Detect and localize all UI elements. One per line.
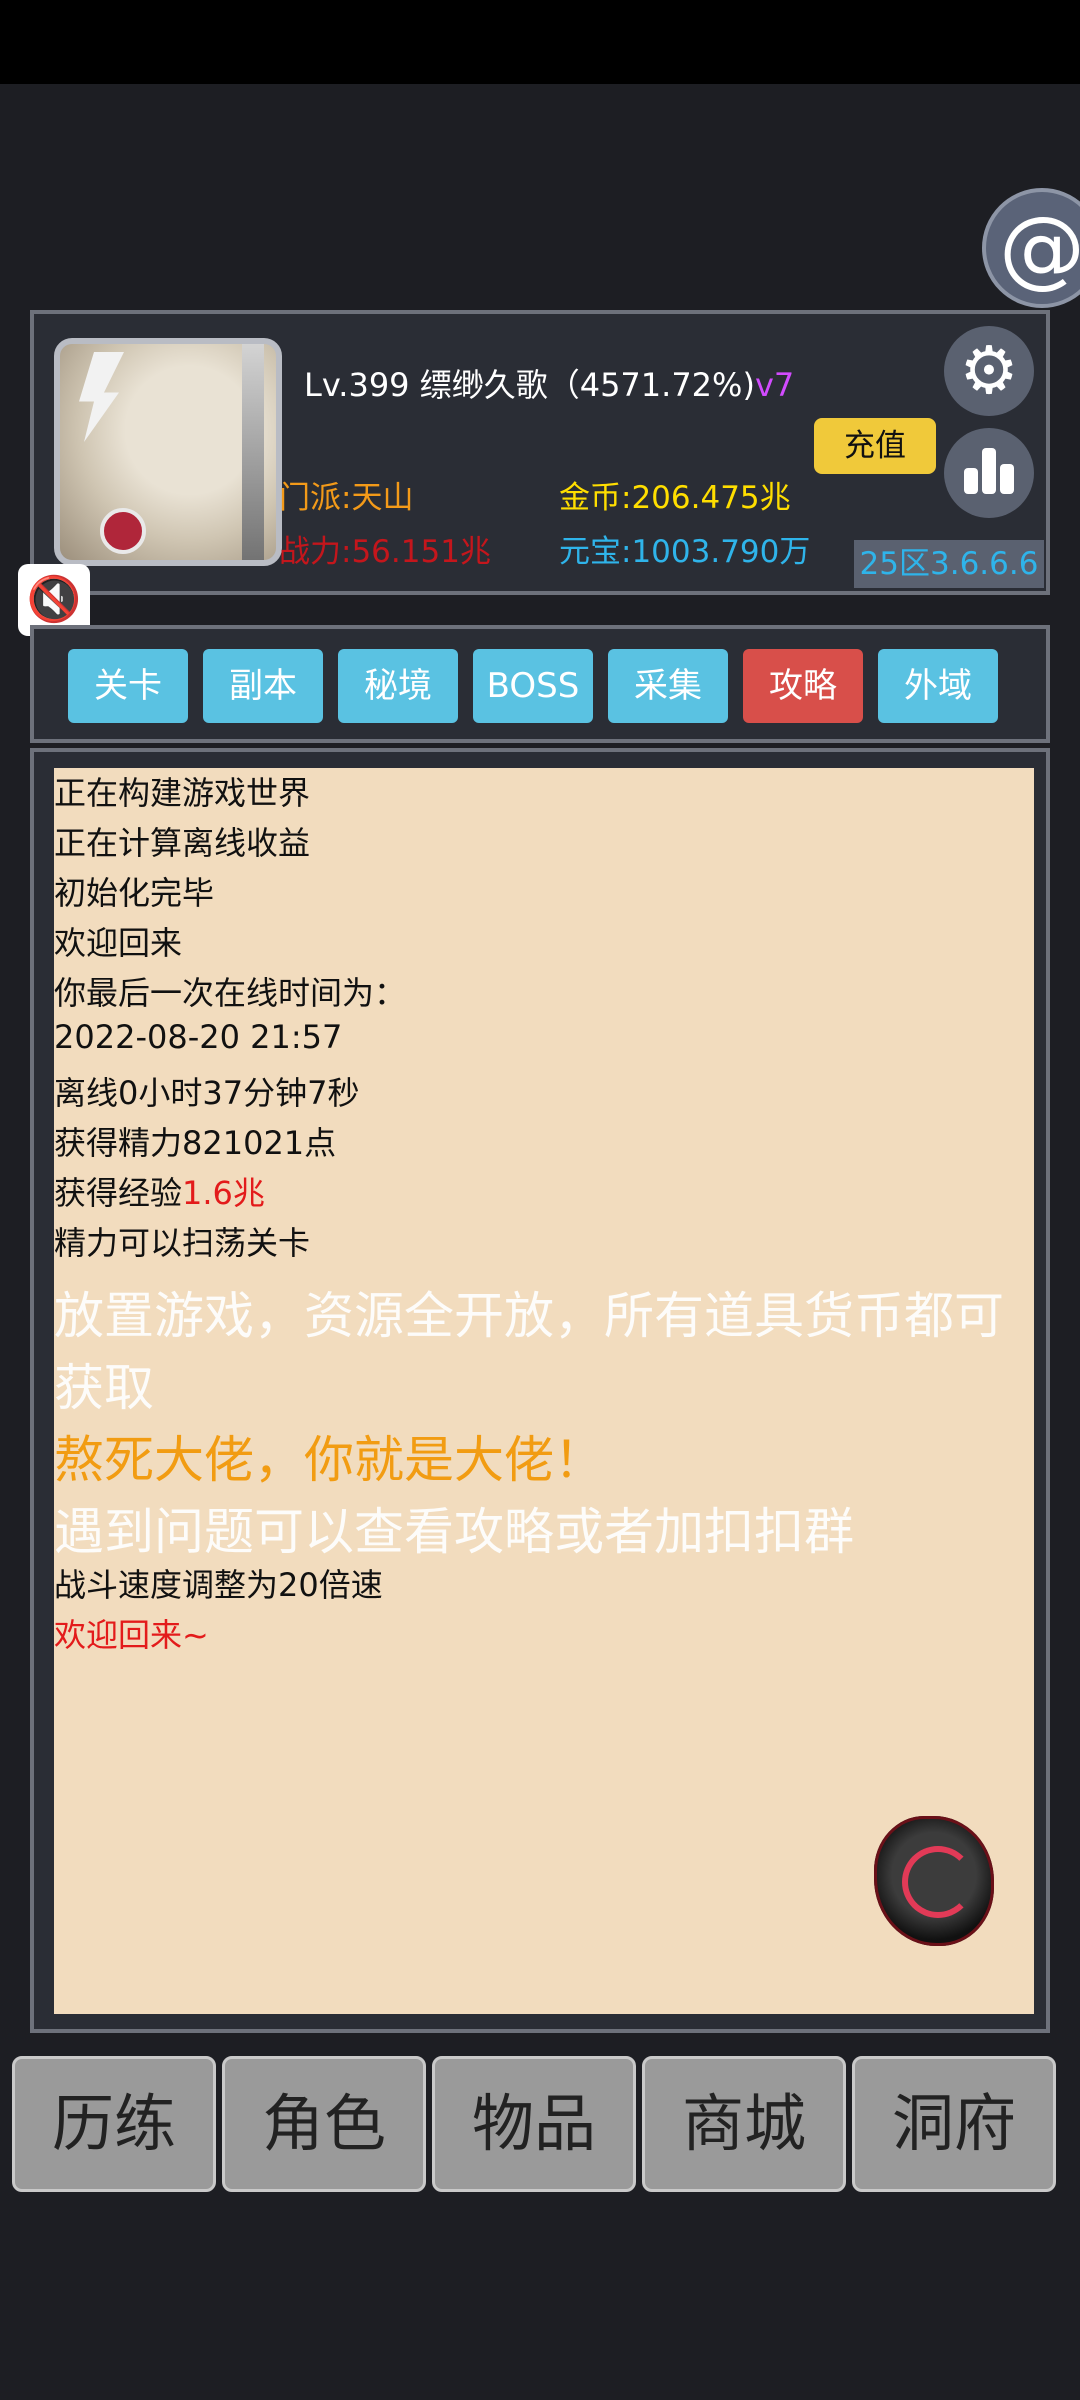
log-line: 正在计算离线收益	[54, 824, 311, 862]
tab-caiji[interactable]: 采集	[608, 649, 728, 723]
portal-orb-icon[interactable]	[874, 1816, 994, 1946]
tab-mijing[interactable]: 秘境	[338, 649, 458, 723]
status-bar	[0, 0, 1080, 84]
log-line: 欢迎回来~	[54, 1616, 209, 1654]
message-log-panel: 正在构建游戏世界 正在计算离线收益 初始化完毕 欢迎回来 你最后一次在线时间为：…	[30, 748, 1050, 2033]
log-line: 欢迎回来	[54, 924, 183, 962]
ranking-chart-icon[interactable]	[944, 428, 1034, 518]
nav-shangcheng[interactable]: 商城	[642, 2056, 846, 2192]
log-line-exp: 获得经验1.6兆	[54, 1168, 265, 1214]
tab-gonglue[interactable]: 攻略	[743, 649, 863, 723]
log-line-highlight: 遇到问题可以查看攻略或者加扣扣群	[54, 1503, 854, 1561]
log-line: 正在构建游戏世界	[54, 774, 311, 812]
player-header: Lv.399 缥缈久歌（4571.72%)v7 门派:天山 战力:56.151兆…	[30, 310, 1050, 595]
gold-label: 金币:206.475兆	[559, 480, 791, 516]
bottom-nav: 历练 角色 物品 商城 洞府	[12, 2056, 1064, 2196]
log-line-highlight: 熬死大佬，你就是大佬！	[54, 1431, 604, 1489]
tab-bar: 关卡 副本 秘境 BOSS 采集 攻略 外域	[30, 625, 1050, 743]
nav-dongfu[interactable]: 洞府	[852, 2056, 1056, 2192]
log-line-highlight: 放置游戏，资源全开放，所有道具货币都可	[54, 1287, 1004, 1345]
log-line: 精力可以扫荡关卡	[54, 1224, 311, 1262]
at-button[interactable]: @	[982, 188, 1080, 308]
message-log[interactable]: 正在构建游戏世界 正在计算离线收益 初始化完毕 欢迎回来 你最后一次在线时间为：…	[54, 768, 1034, 2014]
player-level-name: Lv.399 缥缈久歌（4571.72%)	[304, 366, 755, 404]
exp-value: 1.6兆	[182, 1174, 265, 1212]
player-name: Lv.399 缥缈久歌（4571.72%)v7	[304, 360, 794, 406]
yuanbao-label: 元宝:1003.790万	[559, 534, 811, 570]
log-line: 2022-08-20 21:57	[54, 1018, 343, 1056]
settings-gear-icon[interactable]: ⚙	[944, 326, 1034, 416]
log-line: 离线0小时37分钟7秒	[54, 1074, 360, 1112]
power-label: 战力:56.151兆	[279, 534, 491, 570]
tab-guanka[interactable]: 关卡	[68, 649, 188, 723]
log-line: 初始化完毕	[54, 874, 215, 912]
log-line: 获得精力821021点	[54, 1124, 337, 1162]
tab-fuben[interactable]: 副本	[203, 649, 323, 723]
nav-juese[interactable]: 角色	[222, 2056, 426, 2192]
log-line: 战斗速度调整为20倍速	[54, 1566, 383, 1604]
server-badge: 25区3.6.6.6	[854, 540, 1044, 588]
flower-icon	[100, 508, 146, 554]
sect-label: 门派:天山	[279, 480, 414, 516]
log-line: 你最后一次在线时间为：	[54, 974, 407, 1012]
sword-icon	[242, 344, 264, 560]
log-line-highlight: 获取	[54, 1359, 154, 1417]
lightning-icon	[79, 352, 124, 442]
tab-boss[interactable]: BOSS	[473, 649, 593, 723]
recharge-button[interactable]: 充值	[814, 418, 936, 474]
vip-level: v7	[754, 366, 795, 404]
tab-waiyu[interactable]: 外域	[878, 649, 998, 723]
nav-lilian[interactable]: 历练	[12, 2056, 216, 2192]
avatar[interactable]	[54, 338, 282, 566]
nav-wupin[interactable]: 物品	[432, 2056, 636, 2192]
exp-prefix: 获得经验	[54, 1174, 183, 1212]
